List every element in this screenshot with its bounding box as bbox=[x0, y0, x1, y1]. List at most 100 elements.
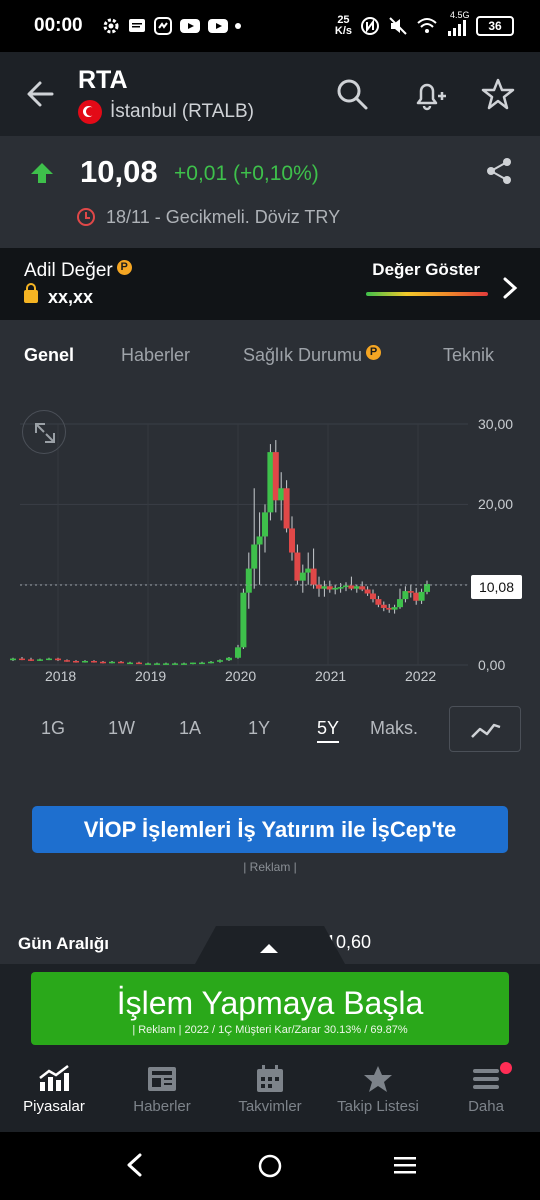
quote-block: 10,08 +0,01 (+0,10%) 18/11 - Gecikmeli. … bbox=[0, 136, 540, 248]
tab-haberler[interactable]: Haberler bbox=[121, 345, 190, 366]
cta-note: | Reklam | 2022 / 1Ç Müşteri Kar/Zarar 3… bbox=[132, 1024, 408, 1036]
fair-value-locked: xx,xx bbox=[48, 287, 94, 307]
last-price-marker: 10,08 bbox=[471, 575, 522, 599]
viop-ad-button[interactable]: VİOP İşlemleri İş Yatırım ile İşCep'te bbox=[32, 806, 508, 853]
price-chart[interactable]: 30,00 20,00 0,00 10,08 2018 2019 2020 20… bbox=[0, 392, 540, 702]
tab-saglik-durumu[interactable]: Sağlık Durumu P bbox=[243, 345, 382, 366]
candle-body bbox=[299, 572, 306, 581]
candle bbox=[172, 662, 178, 665]
star-outline-icon[interactable] bbox=[480, 76, 516, 112]
candle bbox=[397, 588, 403, 609]
candle bbox=[348, 576, 355, 591]
back-arrow-icon[interactable] bbox=[22, 74, 62, 114]
show-value-link[interactable]: Değer Göster bbox=[372, 260, 480, 280]
up-arrow-icon bbox=[31, 163, 53, 183]
candle-body bbox=[208, 661, 214, 664]
candle-body bbox=[100, 661, 106, 664]
turkey-flag-icon bbox=[78, 100, 102, 124]
range-5y[interactable]: 5Y bbox=[317, 718, 340, 743]
nav-haberler[interactable]: Haberler bbox=[108, 1058, 216, 1126]
candle bbox=[245, 552, 252, 609]
range-1a[interactable]: 1A bbox=[179, 718, 201, 739]
candle-body bbox=[402, 591, 409, 600]
youtube-icon bbox=[179, 19, 200, 33]
candle bbox=[235, 644, 241, 659]
caret-up-icon[interactable] bbox=[260, 944, 278, 953]
candle bbox=[208, 660, 214, 664]
candle-body bbox=[283, 488, 290, 529]
messenger-icon bbox=[153, 17, 172, 35]
add-alert-bell-icon[interactable] bbox=[410, 76, 446, 112]
candle bbox=[226, 656, 232, 661]
candle-body bbox=[91, 660, 97, 663]
candle bbox=[100, 660, 106, 664]
candle-body bbox=[413, 592, 420, 601]
nav-takip-listesi[interactable]: Takip Listesi bbox=[324, 1058, 432, 1126]
range-max[interactable]: Maks. bbox=[370, 718, 418, 739]
system-home-icon[interactable] bbox=[256, 1152, 284, 1180]
signal-icon bbox=[448, 20, 466, 36]
candle-body bbox=[337, 587, 344, 589]
share-icon[interactable] bbox=[484, 156, 514, 186]
candle bbox=[46, 657, 52, 661]
day-range-row: Gün Aralığı 10,60 bbox=[0, 926, 540, 964]
range-1w[interactable]: 1W bbox=[108, 718, 135, 739]
candle bbox=[391, 604, 398, 614]
chart-type-button[interactable] bbox=[449, 706, 521, 752]
candle-body bbox=[380, 604, 387, 608]
x-tick-label: 2018 bbox=[45, 668, 77, 684]
valuation-gradient-bar bbox=[366, 292, 488, 296]
candle bbox=[109, 660, 115, 664]
candle bbox=[145, 662, 151, 665]
candle-body bbox=[397, 599, 403, 608]
candle bbox=[364, 586, 371, 596]
nav-piyasalar[interactable]: Piyasalar bbox=[0, 1058, 108, 1126]
tab-genel[interactable]: Genel bbox=[24, 345, 74, 366]
net-speed: 25 K/s bbox=[334, 14, 352, 37]
chevron-right-icon[interactable] bbox=[502, 276, 518, 300]
cell-signal: 4.5G bbox=[446, 10, 470, 36]
candle-body bbox=[181, 663, 187, 665]
candle bbox=[359, 581, 366, 592]
nav-daha[interactable]: Daha bbox=[432, 1058, 540, 1126]
fair-value-banner[interactable]: Adil Değer P xx,xx Değer Göster bbox=[0, 248, 540, 320]
tab-teknik[interactable]: Teknik bbox=[443, 345, 494, 366]
start-trading-button[interactable]: İşlem Yapmaya Başla | Reklam | 2022 / 1Ç… bbox=[31, 972, 509, 1045]
candle-body bbox=[353, 586, 360, 589]
status-bar: 00:00 25 K/s 4.5G 36 bbox=[0, 0, 540, 52]
candle-body bbox=[310, 568, 317, 585]
candle-body bbox=[46, 658, 52, 661]
system-recents-icon[interactable] bbox=[392, 1152, 418, 1178]
time-range-selector: 1G 1W 1A 1Y 5Y Maks. bbox=[0, 702, 540, 770]
nav-takvimler[interactable]: Takvimler bbox=[216, 1058, 324, 1126]
candle-body bbox=[267, 452, 274, 513]
candle bbox=[294, 544, 301, 585]
candle bbox=[310, 548, 317, 589]
candle-body bbox=[136, 662, 142, 665]
youtube-icon-2 bbox=[207, 19, 228, 33]
range-1g[interactable]: 1G bbox=[41, 718, 65, 739]
candle-body bbox=[235, 647, 241, 658]
candle bbox=[424, 580, 430, 595]
fullscreen-expand-icon[interactable] bbox=[22, 410, 66, 454]
pro-badge-icon: P bbox=[366, 345, 382, 360]
candle-body bbox=[391, 607, 398, 610]
system-back-icon[interactable] bbox=[122, 1152, 148, 1178]
exchange-name: İstanbul (RTALB) bbox=[110, 101, 254, 122]
candle-body bbox=[294, 552, 301, 581]
wifi-icon bbox=[417, 18, 437, 33]
candle bbox=[375, 595, 382, 608]
quote-timestamp: 18/11 - Gecikmeli. Döviz TRY bbox=[106, 207, 341, 227]
candle bbox=[73, 660, 79, 663]
battery-icon: 36 bbox=[476, 16, 514, 36]
candle bbox=[118, 660, 124, 664]
candle-body bbox=[190, 662, 196, 665]
candle-body bbox=[386, 607, 393, 610]
pro-badge-icon: P bbox=[116, 260, 132, 275]
candle-body bbox=[199, 662, 205, 665]
range-1y[interactable]: 1Y bbox=[248, 718, 270, 739]
candle-body bbox=[145, 663, 151, 665]
candle bbox=[163, 662, 169, 665]
candle bbox=[305, 552, 312, 585]
search-icon[interactable] bbox=[334, 76, 370, 112]
